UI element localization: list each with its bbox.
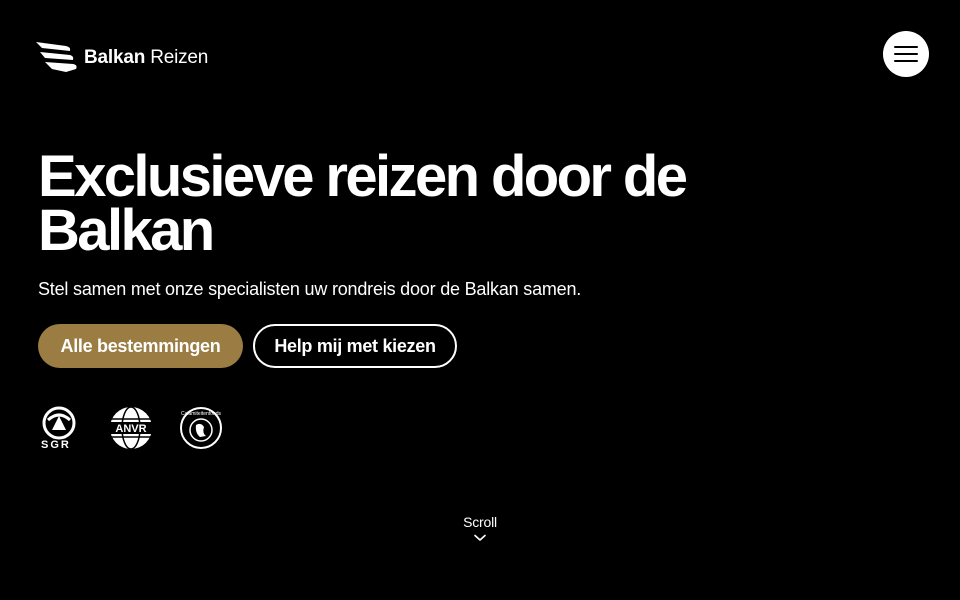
brand-logo-link[interactable]: Balkan Reizen [36, 42, 208, 72]
brand-name-bold: Balkan [84, 46, 146, 68]
svg-text:ANVR: ANVR [115, 423, 146, 435]
svg-text:Calamiteitenfonds: Calamiteitenfonds [181, 411, 222, 417]
chevron-down-icon [474, 534, 486, 541]
hamburger-menu-icon [894, 46, 918, 48]
hamburger-menu-icon-line [894, 53, 918, 55]
hamburger-menu-icon-line [894, 60, 918, 62]
anvr-logo-icon: ANVR [109, 406, 153, 450]
brand-name-light: Reizen [150, 46, 209, 68]
help-me-choose-button[interactable]: Help mij met kiezen [253, 324, 457, 368]
calamiteitenfonds-logo-icon: Calamiteitenfonds [180, 407, 222, 449]
scroll-label: Scroll [463, 514, 497, 530]
page: Balkan Reizen Exclusieve reizen door de … [0, 0, 960, 600]
menu-button[interactable] [883, 31, 929, 77]
svg-text:SGR: SGR [41, 439, 71, 450]
hero-subtitle: Stel samen met onze specialisten uw rond… [38, 279, 582, 299]
trust-badges: SGR ANVR Calamiteitenfonds [38, 406, 224, 450]
brand-wings-icon [36, 42, 77, 72]
all-destinations-button[interactable]: Alle bestemmingen [38, 324, 243, 368]
scroll-indicator[interactable]: Scroll [440, 514, 520, 542]
hero-title: Exclusieve reizen door de Balkan [38, 144, 688, 263]
sgr-logo-icon: SGR [41, 406, 76, 450]
brand-name: Balkan Reizen [84, 48, 208, 67]
